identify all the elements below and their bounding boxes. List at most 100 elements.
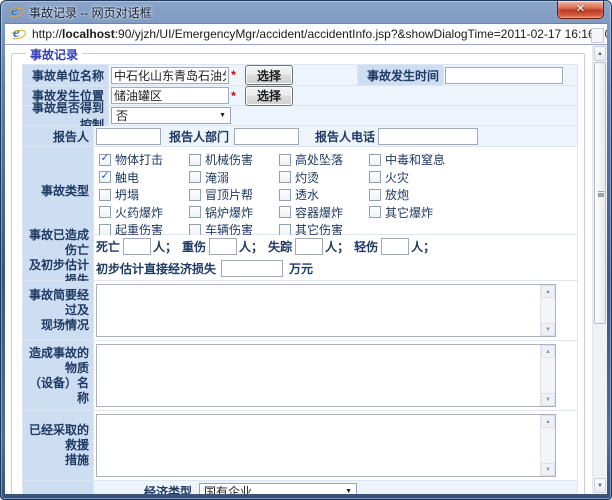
- row-accident-type: 事故类型 ✓物体打击✓机械伤害✓高处坠落✓中毒和窒息✓触电✓淹溺✓灼烫✓火灾✓坍…: [23, 147, 578, 235]
- checkbox-icon[interactable]: ✓: [369, 171, 381, 183]
- occur-time-input[interactable]: [445, 67, 563, 84]
- accident-type-option[interactable]: ✓ 淹溺: [189, 169, 279, 187]
- scroll-down-icon[interactable]: ▼: [541, 323, 555, 336]
- checkbox-icon[interactable]: ✓: [279, 206, 291, 218]
- economy-select-value: 国有企业: [204, 483, 252, 494]
- checkbox-icon[interactable]: ✓: [369, 206, 381, 218]
- severe-input[interactable]: [209, 238, 237, 255]
- checkbox-icon[interactable]: ✓: [279, 154, 291, 166]
- accident-type-option[interactable]: ✓ 容器爆炸: [279, 204, 369, 222]
- checkbox-icon[interactable]: ✓: [99, 189, 111, 201]
- economic-loss-line: 初步估计直接经济损失 万元: [94, 258, 577, 280]
- accident-type-option[interactable]: ✓ 物体打击: [99, 151, 189, 169]
- accident-type-option-label: 冒顶片帮: [205, 186, 253, 203]
- scroll-up-icon[interactable]: ▲: [541, 345, 555, 358]
- person-unit: 人；: [325, 238, 349, 255]
- checkbox-icon[interactable]: ✓: [189, 171, 201, 183]
- accident-type-option[interactable]: ✓火灾: [369, 169, 459, 187]
- checkbox-icon[interactable]: ✓: [189, 189, 201, 201]
- accident-type-option-label: 淹溺: [205, 169, 229, 186]
- accident-type-option[interactable]: ✓中毒和窒息: [369, 151, 459, 169]
- checkbox-icon[interactable]: ✓: [279, 189, 291, 201]
- economic-loss-unit: 万元: [289, 260, 313, 277]
- location-input[interactable]: [111, 87, 229, 104]
- row-reporter: 报告人 报告人部门 报告人电话: [23, 126, 578, 147]
- textarea-scrollbar[interactable]: ▲ ▼: [540, 345, 555, 406]
- substance-textarea[interactable]: ▲ ▼: [96, 344, 556, 407]
- accident-type-option[interactable]: ✓机械伤害: [189, 151, 279, 169]
- checkbox-icon[interactable]: ✓: [99, 154, 111, 166]
- accident-type-label: 事故类型: [23, 147, 94, 235]
- checkbox-icon[interactable]: ✓: [189, 206, 201, 218]
- accident-type-option[interactable]: ✓坍塌: [99, 186, 189, 204]
- accident-type-option[interactable]: ✓透水: [279, 186, 369, 204]
- brief-textarea[interactable]: ▲ ▼: [96, 284, 556, 337]
- minor-input[interactable]: [381, 238, 409, 255]
- rescue-textarea[interactable]: ▲ ▼: [96, 414, 556, 477]
- reporter-dept-input[interactable]: [234, 128, 299, 145]
- reporter-label: 报告人: [23, 126, 94, 147]
- economy-select[interactable]: 国有企业 ▼: [199, 483, 357, 494]
- checkbox-icon[interactable]: ✓: [369, 154, 381, 166]
- scroll-up-icon[interactable]: ▲: [541, 285, 555, 298]
- checkbox-icon[interactable]: ✓: [99, 224, 111, 236]
- dialog-scrollbar[interactable]: ▲ ▼: [592, 45, 607, 494]
- accident-type-option[interactable]: ✓触电: [99, 169, 189, 187]
- reporter-cell: 报告人部门 报告人电话: [94, 126, 578, 147]
- scroll-up-icon[interactable]: ▲: [541, 415, 555, 428]
- economy-label-cell: [23, 481, 94, 494]
- checkbox-icon[interactable]: ✓: [99, 206, 111, 218]
- chevron-down-icon: ▼: [219, 112, 226, 119]
- accident-type-option[interactable]: ✓其它爆炸: [369, 204, 459, 222]
- accident-type-option[interactable]: ✓火药爆炸: [99, 204, 189, 222]
- url-text: http://localhost:90/yjzh/UI/EmergencyMgr…: [32, 27, 607, 41]
- severe-label: 重伤: [182, 238, 206, 255]
- required-asterisk: *: [229, 68, 238, 82]
- location-select-button[interactable]: 选择: [245, 86, 293, 106]
- minor-label: 轻伤: [354, 238, 378, 255]
- unit-name-cell: * 选择: [109, 65, 358, 86]
- textarea-scrollbar[interactable]: ▲ ▼: [540, 285, 555, 336]
- accident-type-grid: ✓物体打击✓机械伤害✓高处坠落✓中毒和窒息✓触电✓淹溺✓灼烫✓火灾✓坍塌✓冒顶片…: [94, 147, 459, 239]
- missing-input[interactable]: [295, 238, 323, 255]
- accident-type-option[interactable]: ✓灼烫: [279, 169, 369, 187]
- accident-type-option[interactable]: ✓锅炉爆炸: [189, 204, 279, 222]
- accident-type-option[interactable]: ✓高处坠落: [279, 151, 369, 169]
- fieldset-legend: 事故记录: [26, 46, 82, 63]
- economic-loss-input[interactable]: [221, 260, 283, 277]
- ie-icon: e: [8, 4, 24, 20]
- unit-select-button[interactable]: 选择: [245, 65, 293, 85]
- checkbox-icon[interactable]: ✓: [99, 171, 111, 183]
- accident-type-option-label: 物体打击: [115, 151, 163, 168]
- accident-form-table: 事故单位名称 * 选择 事故发生时间 事故发生位置: [22, 64, 578, 494]
- checkbox-icon[interactable]: ✓: [369, 189, 381, 201]
- checkbox-icon[interactable]: ✓: [189, 154, 201, 166]
- controlled-select[interactable]: 否 ▼: [111, 107, 231, 124]
- reporter-phone-input[interactable]: [378, 128, 478, 145]
- checkbox-icon[interactable]: ✓: [279, 171, 291, 183]
- accident-type-option[interactable]: ✓ 冒顶片帮: [189, 186, 279, 204]
- checkbox-icon[interactable]: ✓: [279, 224, 291, 236]
- scroll-down-icon[interactable]: ▼: [541, 463, 555, 476]
- accident-type-option[interactable]: ✓放炮: [369, 186, 459, 204]
- textarea-scrollbar[interactable]: ▲ ▼: [540, 415, 555, 476]
- substance-label: 造成事故的物质 （设备）名称: [23, 341, 94, 411]
- occur-time-label: 事故发生时间: [358, 65, 444, 86]
- accident-record-fieldset: 事故记录 事故单位名称 * 选择 事故发生时间: [11, 53, 585, 494]
- scroll-thumb[interactable]: [594, 62, 606, 324]
- scroll-down-icon[interactable]: ▼: [541, 393, 555, 406]
- scroll-up-button[interactable]: ▲: [594, 46, 606, 61]
- death-input[interactable]: [123, 238, 151, 255]
- ie-icon: e: [10, 26, 26, 42]
- substance-cell: ▲ ▼: [94, 341, 578, 411]
- death-label: 死亡: [96, 238, 120, 255]
- unit-name-input[interactable]: [111, 67, 229, 84]
- controlled-select-value: 否: [116, 107, 128, 124]
- reporter-input[interactable]: [96, 128, 161, 145]
- checkbox-icon[interactable]: ✓: [189, 224, 201, 236]
- accident-type-option-label: 容器爆炸: [295, 204, 343, 221]
- scroll-down-button[interactable]: ▼: [594, 478, 606, 493]
- economy-cell: 经济类型 国有企业 ▼: [94, 481, 578, 494]
- close-button[interactable]: ✕: [557, 1, 604, 19]
- row-substance: 造成事故的物质 （设备）名称 ▲ ▼: [23, 341, 578, 411]
